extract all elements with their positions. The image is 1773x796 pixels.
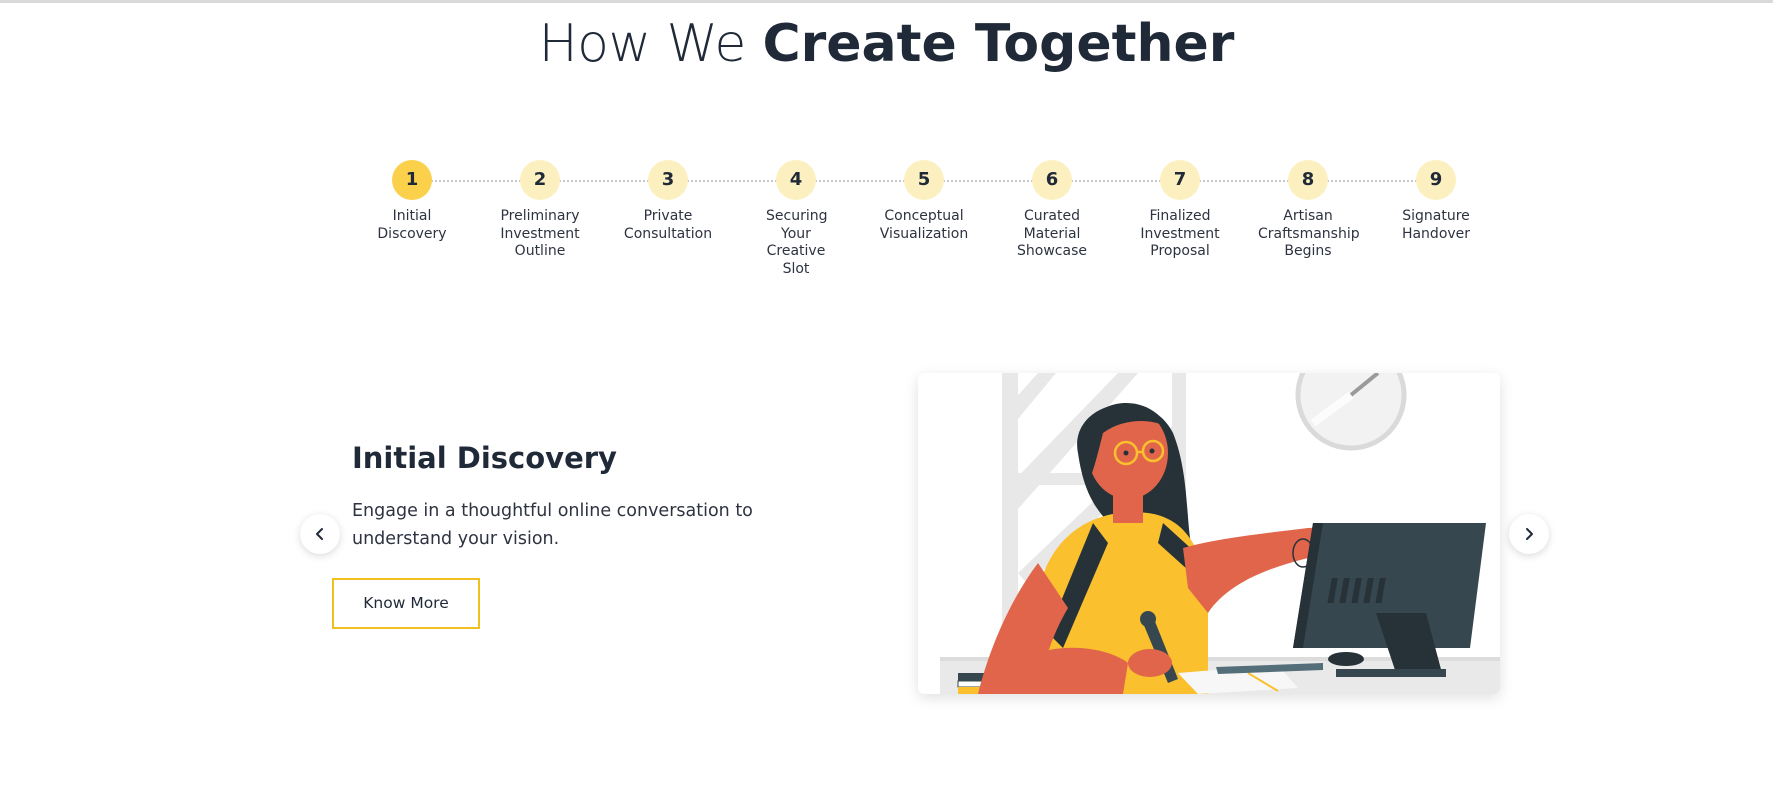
- step-label: Curated Material Showcase: [1017, 208, 1087, 259]
- step-label: Finalized Investment Proposal: [1140, 208, 1220, 259]
- step-number: 3: [648, 160, 688, 200]
- step-1[interactable]: 1 Initial Discovery: [362, 158, 462, 243]
- step-8[interactable]: 8 Artisan Craftsmanship Begins: [1258, 158, 1360, 261]
- step-number: 9: [1416, 160, 1456, 200]
- step-4[interactable]: 4 Securing Your Creative Slot: [746, 158, 846, 278]
- know-more-button[interactable]: Know More: [332, 578, 480, 629]
- carousel-next-button[interactable]: [1509, 514, 1549, 554]
- step-label: Artisan Craftsmanship Begins: [1258, 208, 1360, 259]
- step-label: Signature Handover: [1401, 208, 1471, 242]
- woman-at-computer-illustration: [918, 373, 1500, 694]
- step-7[interactable]: 7 Finalized Investment Proposal: [1130, 158, 1230, 261]
- step-number: 2: [520, 160, 560, 200]
- process-stepper: 1 Initial Discovery 2 Preliminary Invest…: [0, 158, 1773, 288]
- step-9[interactable]: 9 Signature Handover: [1386, 158, 1486, 243]
- illustration-graphic: [940, 373, 1500, 694]
- step-label: Securing Your Creative Slot: [766, 208, 828, 277]
- step-label: Preliminary Investment Outline: [500, 208, 580, 259]
- chevron-right-icon: [1526, 528, 1533, 540]
- chevron-left-icon: [316, 528, 323, 540]
- step-label: Conceptual Visualization: [879, 208, 969, 242]
- step-number: 6: [1032, 160, 1072, 200]
- step-label: Private Consultation: [623, 208, 713, 242]
- step-2[interactable]: 2 Preliminary Investment Outline: [490, 158, 590, 261]
- page-title: How We Create Together: [0, 12, 1773, 76]
- step-number: 5: [904, 160, 944, 200]
- page-title-bold: Create Together: [762, 14, 1235, 74]
- step-number: 1: [392, 160, 432, 200]
- carousel-prev-button[interactable]: [300, 514, 340, 554]
- step-detail-description: Engage in a thoughtful online conversati…: [352, 501, 753, 549]
- step-number: 7: [1160, 160, 1200, 200]
- page-title-light: How We: [538, 14, 747, 74]
- step-3[interactable]: 3 Private Consultation: [618, 158, 718, 243]
- step-5[interactable]: 5 Conceptual Visualization: [874, 158, 974, 243]
- step-number: 8: [1288, 160, 1328, 200]
- top-divider: [0, 0, 1773, 3]
- step-number: 4: [776, 160, 816, 200]
- step-6[interactable]: 6 Curated Material Showcase: [1002, 158, 1102, 261]
- step-detail-title: Initial Discovery: [352, 441, 617, 475]
- step-label: Initial Discovery: [377, 208, 447, 242]
